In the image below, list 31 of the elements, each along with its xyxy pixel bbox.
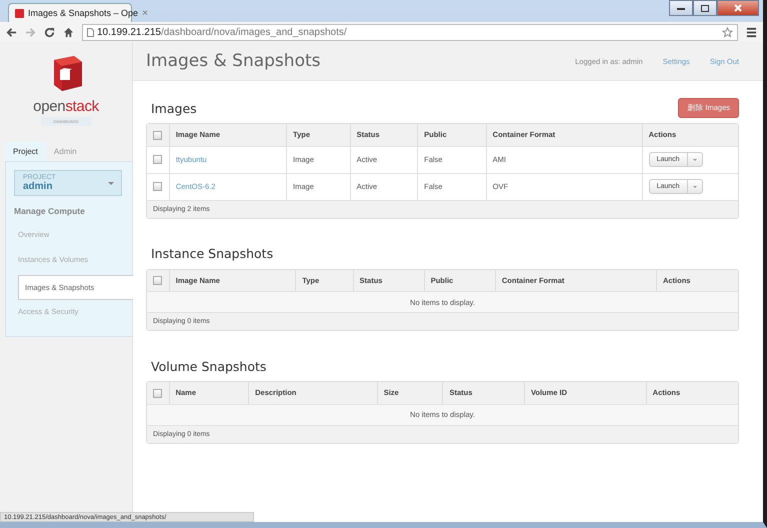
minimize-button[interactable] (669, 0, 693, 16)
maximize-button[interactable] (693, 0, 717, 16)
caret-icon (692, 159, 697, 164)
maximize-icon (701, 4, 709, 12)
star-icon[interactable] (722, 26, 733, 38)
close-icon (734, 4, 742, 12)
favicon-icon (15, 8, 24, 18)
page-icon (87, 28, 94, 36)
openstack-wordmark: openstack (33, 98, 99, 115)
tab-close[interactable]: × (142, 8, 148, 18)
reload-icon[interactable] (44, 26, 55, 38)
section-title: Images (151, 100, 197, 116)
sidebar-heading: Manage Compute (14, 206, 86, 216)
close-button[interactable] (717, 0, 759, 16)
address-bar[interactable]: 10.199.21.215/dashboard/nova/images_and_snapshots/ (82, 24, 738, 40)
row-checkbox[interactable] (153, 182, 162, 192)
menu-icon[interactable] (746, 26, 757, 38)
home-icon[interactable] (63, 26, 74, 38)
sidebar-tab[interactable]: Admin (46, 142, 85, 161)
row-checkbox[interactable] (153, 155, 162, 164)
caret-icon (692, 186, 697, 190)
select-all-checkbox[interactable] (153, 388, 162, 398)
back-icon[interactable] (6, 26, 17, 38)
tab-title: Images & Snapshots – Ope (28, 8, 138, 18)
section-title: Volume Snapshots (151, 358, 266, 374)
page-title: Images & Snapshots (146, 51, 322, 71)
section-title: Instance Snapshots (151, 246, 274, 262)
minimize-icon (677, 6, 685, 10)
sidebar-tab[interactable]: Project (5, 142, 46, 161)
select-all-checkbox[interactable] (153, 276, 162, 286)
select-all-checkbox[interactable] (153, 130, 162, 140)
